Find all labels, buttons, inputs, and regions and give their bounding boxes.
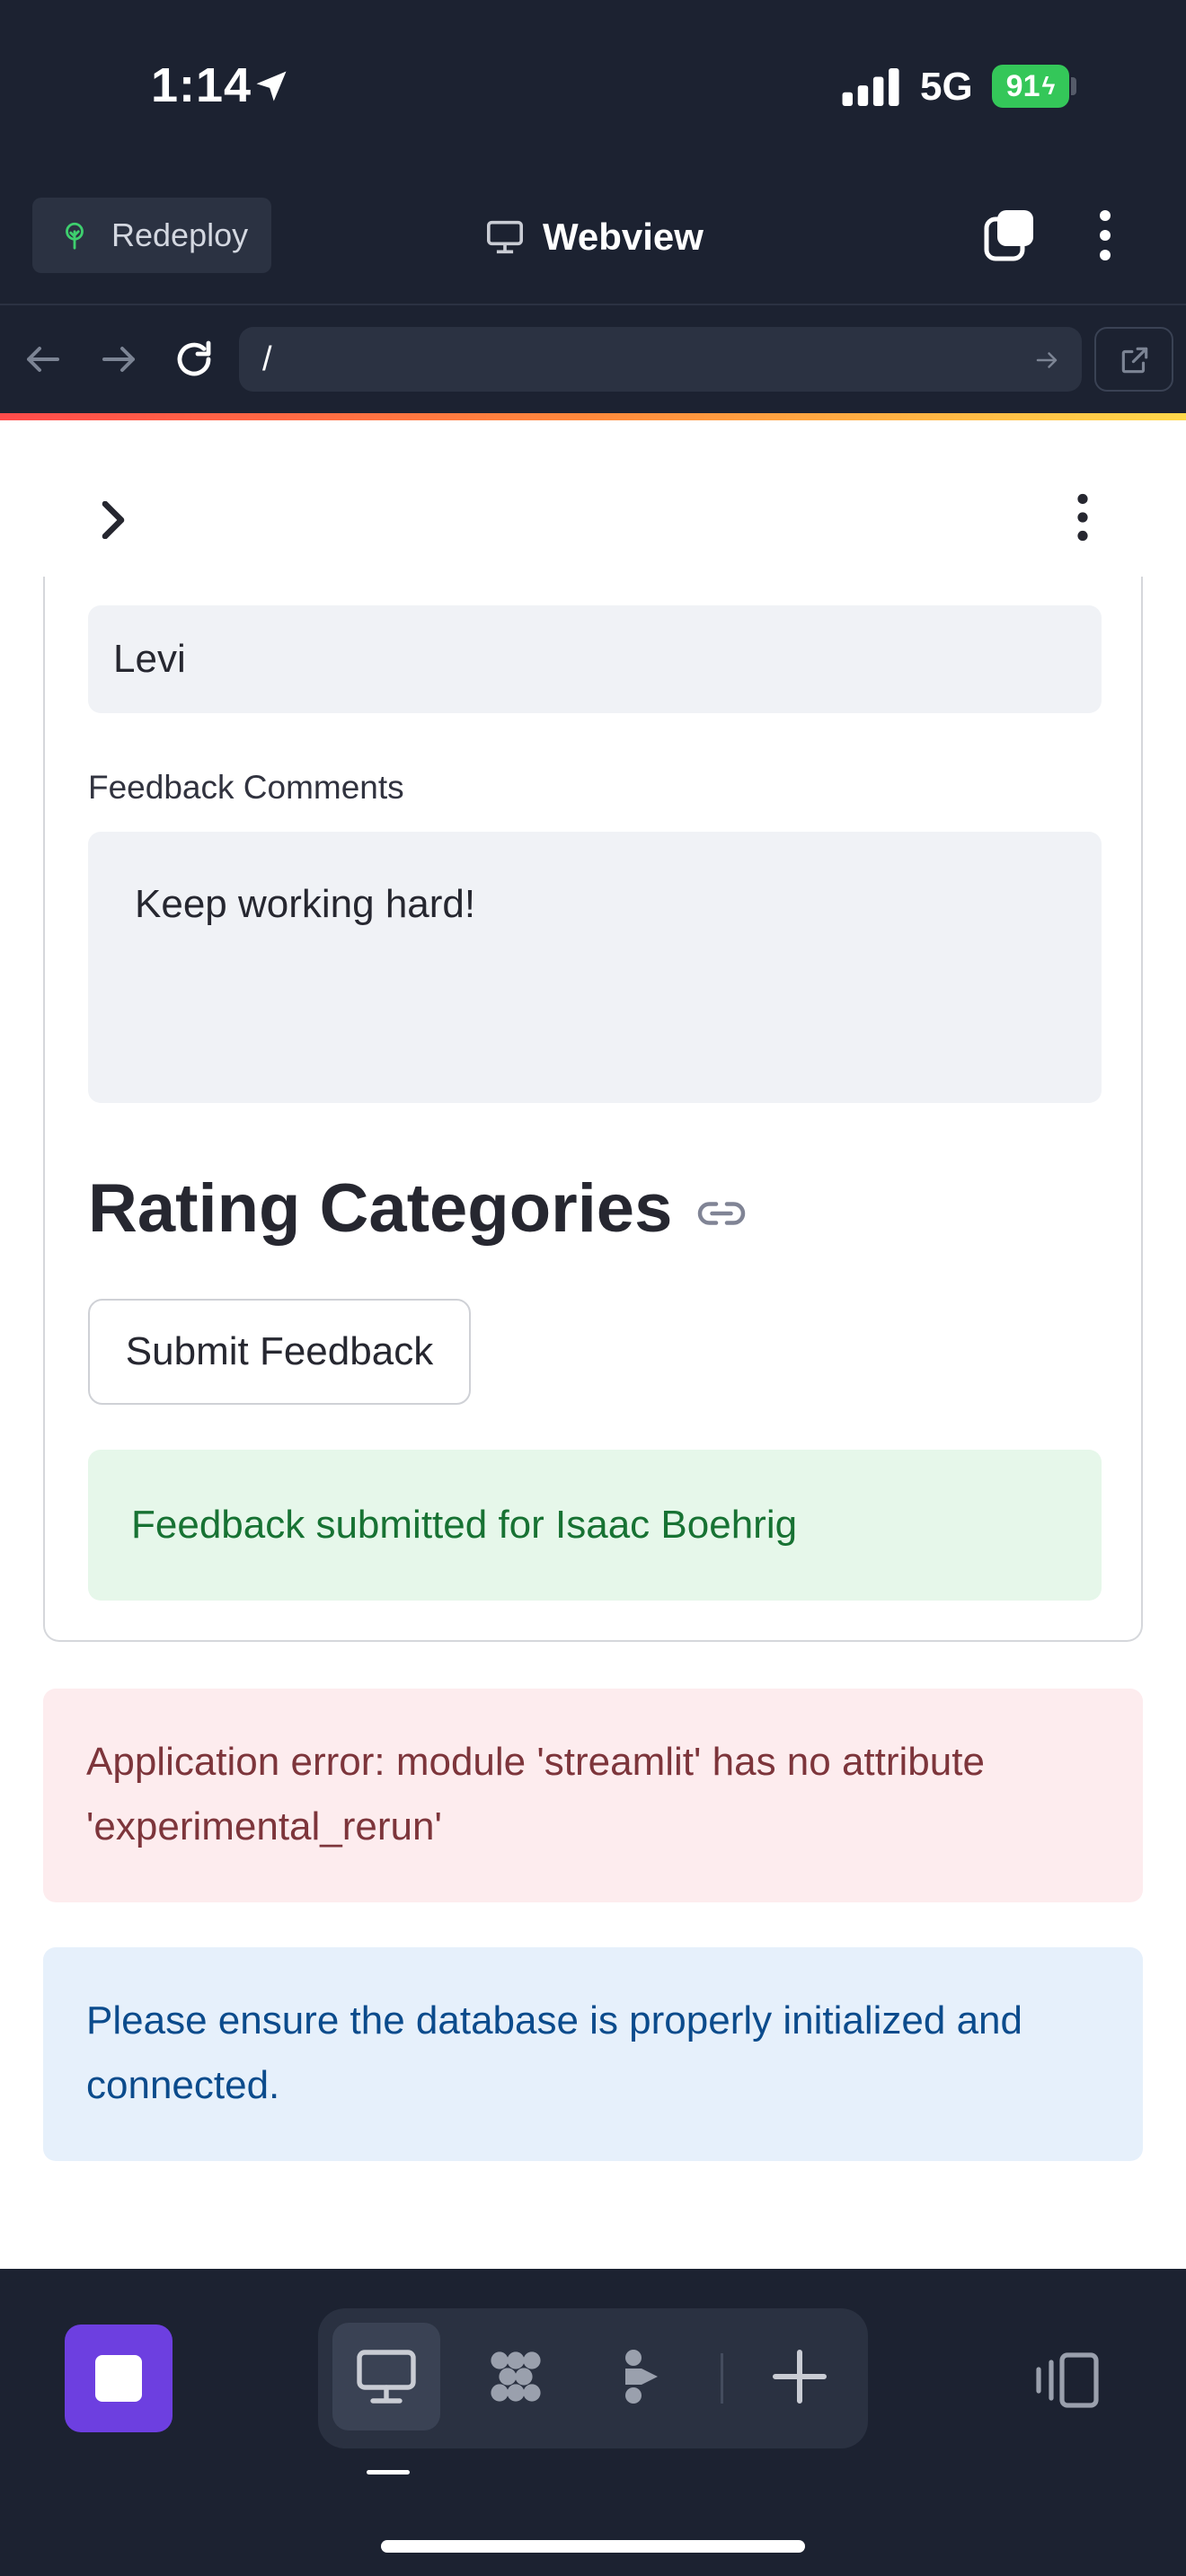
streamlit-app: Levi Feedback Comments Keep working hard… xyxy=(0,420,1186,2269)
success-alert: Feedback submitted for Isaac Boehrig xyxy=(88,1450,1102,1601)
workflow-mode-button[interactable] xyxy=(462,2323,570,2430)
active-mode-indicator xyxy=(367,2470,410,2475)
bottom-toolbar xyxy=(0,2269,1186,2576)
app-screen: 1:14 5G 91 ϟ Redeploy Webview / Levi Fee… xyxy=(0,0,1186,2576)
tree-icon xyxy=(66,222,84,250)
webview-title-text: Webview xyxy=(543,216,704,258)
stop-button[interactable] xyxy=(65,2325,173,2432)
add-button[interactable] xyxy=(746,2323,854,2430)
feedback-form: Levi Feedback Comments Keep working hard… xyxy=(43,577,1143,1642)
network-type: 5G xyxy=(920,65,973,109)
stop-icon xyxy=(95,2355,142,2402)
redeploy-button[interactable]: Redeploy xyxy=(32,198,271,273)
monitor-icon xyxy=(357,2350,416,2404)
error-message-line-1: Application error: module 'streamlit' ha… xyxy=(86,1740,985,1784)
error-message-line-2: 'experimental_rerun' xyxy=(86,1804,442,1848)
webview-title: Webview xyxy=(485,216,704,259)
name-input[interactable]: Levi xyxy=(88,605,1102,713)
agent-mode-button[interactable] xyxy=(588,2323,695,2430)
mode-divider xyxy=(721,2353,723,2404)
forward-icon[interactable] xyxy=(97,338,140,381)
external-link-icon xyxy=(1121,347,1148,374)
webview-mode-button[interactable] xyxy=(332,2323,440,2430)
rating-categories-title: Rating Categories xyxy=(88,1170,673,1247)
tabs-icon[interactable] xyxy=(983,208,1037,262)
main-menu-icon[interactable] xyxy=(1069,492,1096,543)
error-alert: Application error: module 'streamlit' ha… xyxy=(43,1689,1143,1902)
charging-bolt: ϟ xyxy=(1041,72,1056,100)
top-bar: Redeploy Webview xyxy=(0,180,1186,305)
rating-categories-heading: Rating Categories xyxy=(88,1169,746,1248)
status-bar: 1:14 5G 91 ϟ xyxy=(0,0,1186,180)
url-text: / xyxy=(262,340,272,378)
battery-level: 91 xyxy=(1005,68,1040,103)
status-time: 1:14 xyxy=(151,58,252,112)
battery-nub xyxy=(1071,77,1076,95)
url-input[interactable]: / xyxy=(239,327,1082,392)
feedback-comments-textarea[interactable]: Keep working hard! xyxy=(88,832,1102,1103)
app-header-decoration xyxy=(0,413,1186,420)
redeploy-label: Redeploy xyxy=(111,216,249,253)
battery-icon: 91 ϟ xyxy=(992,65,1069,108)
home-indicator xyxy=(381,2540,805,2553)
signal-icon xyxy=(842,68,899,106)
go-arrow-icon[interactable] xyxy=(1033,347,1060,374)
info-message-line-2: connected. xyxy=(86,2063,280,2107)
reload-icon[interactable] xyxy=(173,338,216,381)
link-icon[interactable] xyxy=(697,1200,746,1227)
open-external-button[interactable] xyxy=(1094,327,1173,392)
panel-icon[interactable] xyxy=(1033,2351,1102,2409)
plus-icon xyxy=(773,2350,827,2404)
info-alert: Please ensure the database is properly i… xyxy=(43,1947,1143,2161)
feedback-comments-label: Feedback Comments xyxy=(88,769,404,806)
submit-feedback-button[interactable]: Submit Feedback xyxy=(88,1299,471,1405)
agent-icon xyxy=(625,2350,658,2404)
back-icon[interactable] xyxy=(22,338,65,381)
url-bar: / xyxy=(0,305,1186,415)
workflow-icon xyxy=(491,2351,541,2402)
chevron-right-icon[interactable] xyxy=(97,501,129,539)
mode-switcher xyxy=(318,2308,868,2448)
monitor-icon xyxy=(487,220,523,254)
more-vertical-icon[interactable] xyxy=(1087,208,1123,262)
info-message-line-1: Please ensure the database is properly i… xyxy=(86,1998,1022,2042)
location-arrow-icon xyxy=(256,71,287,101)
